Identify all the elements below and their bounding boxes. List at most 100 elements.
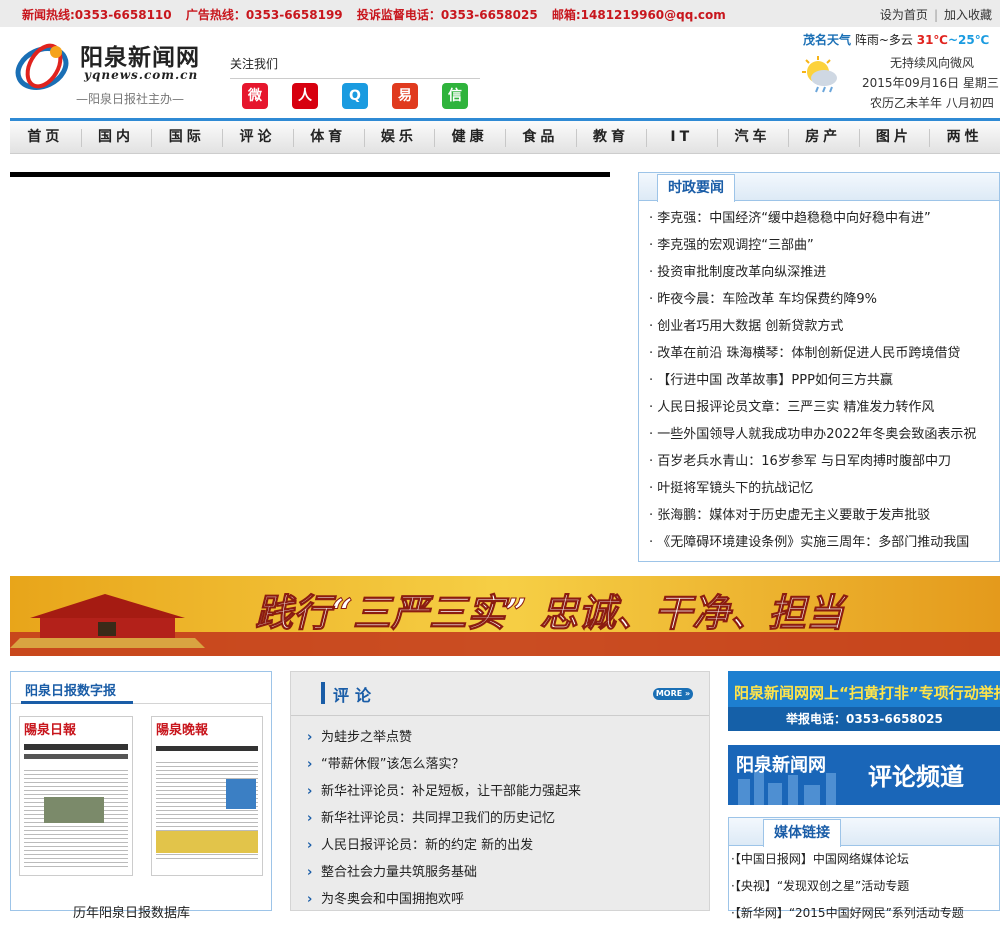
paper-archive-link[interactable]: 历年阳泉日报数据库 [73,902,190,921]
set-home-link[interactable]: 设为首页 [880,8,928,22]
nav-item[interactable]: 图片 [859,121,930,154]
nav-item[interactable]: 教育 [576,121,647,154]
nav-item[interactable]: 汽车 [717,121,788,154]
chevron-right-icon: › [307,811,313,826]
nav-divider [151,129,153,147]
media-links-box: 媒体链接 ·【中国日报网】中国网络媒体论坛 ·【央视】“发现双创之星”活动专题 ·【… [728,817,1000,920]
weibo-icon[interactable]: 微 [242,83,268,109]
news-item[interactable]: · 【行进中国 改革故事】PPP如何三方共赢 [649,367,976,394]
media-header: 媒体链接 [729,818,999,847]
netease-icon[interactable]: 易 [392,83,418,109]
weather-lunar: 农历乙未羊年 八月初四 [870,96,994,110]
news-item[interactable]: · 李克强的宏观调控“三部曲” [649,232,976,259]
comment-link[interactable]: 为冬奥会和中国拥抱欢呼 [321,892,464,907]
more-button[interactable]: MORE » [653,688,693,700]
nav-item[interactable]: 娱乐 [364,121,435,154]
news-item[interactable]: · 创业者巧用大数据 创新贷款方式 [649,313,976,340]
follow-label: 关注我们 [230,57,279,71]
comment-item[interactable]: › 为蛙步之举点赞 [307,724,581,751]
comment-item[interactable]: › 整合社会力量共筑服务基础 [307,859,581,886]
comment-item[interactable]: › “带薪休假”该怎么落实？ [307,751,581,778]
paper-title[interactable]: 阳泉日报数字报 [25,680,116,699]
evening-paper-thumbnail[interactable]: 陽泉晚報 [151,716,263,876]
comment-link[interactable]: 新华社评论员：补足短板，让干部能力强起来 [321,784,581,799]
nav-item[interactable]: 首页 [10,121,81,154]
people-icon[interactable]: 人 [292,83,318,109]
nav-divider [505,129,506,147]
nav-divider [434,129,436,147]
paper-columns [24,767,128,867]
news-item[interactable]: · 《无障碍环境建设条例》实施三周年：多部门推动我国 [649,529,976,556]
news-item[interactable]: · 李克强：中国经济“缓中趋稳稳中向好稳中有进” [649,205,976,232]
promo-banner[interactable]: 践行“三严三实” 忠诚、干净、担当 [10,576,1000,656]
news-item[interactable]: · 百岁老兵水青山：16岁参军 与日军肉搏时腹部中刀 [649,448,976,475]
paper-ad-block [156,831,258,853]
divider: | [933,8,938,22]
logo-domain: yqnews.com.cn [84,68,199,82]
nav-divider [717,129,719,147]
news-item[interactable]: · 叶挺将军镜头下的抗战记忆 [649,475,976,502]
news-item[interactable]: · 人民日报评论员文章：三严三实 精准发力转作风 [649,394,976,421]
nav-divider [222,129,224,147]
politics-title[interactable]: 时政要闻 [657,174,735,202]
comment-link[interactable]: “带薪休假”该怎么落实？ [321,757,464,772]
comment-box: 评论 MORE » › 为蛙步之举点赞 › “带薪休假”该怎么落实？ › 新华社评论员：补… [290,671,710,911]
comment-link[interactable]: 新华社评论员：共同捍卫我们的历史记忆 [321,811,555,826]
politics-news-list: · 李克强：中国经济“缓中趋稳稳中向好稳中有进” · 李克强的宏观调控“三部曲” ·… [649,205,976,556]
nav-divider [858,129,860,147]
nav-item[interactable]: 国内 [81,121,152,154]
paper-photo [44,797,104,823]
nav-item[interactable]: 体育 [293,121,364,154]
banner-slogan: 践行“三严三实” 忠诚、干净、担当 [255,590,848,635]
weather-city[interactable]: 茂名天气 [803,33,851,47]
media-link[interactable]: ·【新华网】“2015中国好网民”系列活动专题 [731,900,964,927]
digital-paper-box: 阳泉日报数字报 陽泉日報 陽泉晚報 历年阳泉日报数据库 [10,671,272,921]
comment-title[interactable]: 评论 [333,682,377,706]
nav-item[interactable]: 房产 [788,121,859,154]
complaint-hotline: 投诉监督电话：0353-6658025 [356,8,538,22]
comment-list: › 为蛙步之举点赞 › “带薪休假”该怎么落实？ › 新华社评论员：补足短板，让干部能力强… [307,724,581,913]
weather-wind: 无持续风向微风 [890,56,975,70]
report-center-ad[interactable]: 阳泉新闻网网上“扫黄打非”专项行动举报中心 举报电话：0353-6658025 [728,671,1000,731]
nav-item[interactable]: 健康 [434,121,505,154]
paper-thumbnail[interactable]: 陽泉日報 [19,716,133,876]
logo-title: 阳泉新闻网 [80,44,200,71]
paper1-masthead: 陽泉日報 [24,723,77,738]
nav-item[interactable]: 国际 [151,121,222,154]
divider [230,78,480,79]
nav-item[interactable]: 食品 [505,121,576,154]
comment-link[interactable]: 为蛙步之举点赞 [321,730,412,745]
paper2-masthead: 陽泉晚報 [156,723,209,738]
tencent-weibo-icon[interactable]: Q [342,83,368,109]
comment-channel-ad[interactable]: 阳泉新闻网 评论频道 [728,745,1000,805]
comment-link[interactable]: 人民日报评论员：新的约定 新的出发 [321,838,533,853]
paper-headline-block [24,754,128,759]
wechat-icon[interactable]: 信 [442,83,468,109]
nav-divider [363,129,365,147]
news-item[interactable]: · 昨夜今晨：车险改革 车均保费约降9% [649,286,976,313]
paper-headline-block [24,744,128,750]
paper-headline-block [156,746,258,751]
nav-item[interactable]: IT [646,121,717,154]
nav-item[interactable]: 两性 [929,121,1000,154]
media-link[interactable]: ·【央视】“发现双创之星”活动专题 [731,873,964,900]
media-title[interactable]: 媒体链接 [763,819,841,847]
nav-divider [787,129,789,147]
comment-item[interactable]: › 人民日报评论员：新的约定 新的出发 [307,832,581,859]
news-item[interactable]: · 投资审批制度改革向纵深推进 [649,259,976,286]
top-links: 设为首页 | 加入收藏 [880,6,992,23]
comment-item[interactable]: › 新华社评论员：共同捍卫我们的历史记忆 [307,805,581,832]
nav-item[interactable]: 评论 [222,121,293,154]
media-link[interactable]: ·【中国日报网】中国网络媒体论坛 [731,846,964,873]
news-item[interactable]: · 张海鹏：媒体对于历史虚无主义要敢于发声批驳 [649,502,976,529]
news-item[interactable]: · 改革在前沿 珠海横琴：体制创新促进人民币跨境借贷 [649,340,976,367]
ad1-line1: 阳泉新闻网网上“扫黄打非”专项行动举报中心 [734,684,1000,702]
site-logo[interactable]: 阳泉新闻网 yqnews.com.cn —阳泉日报社主办— [14,36,214,110]
paper-header: 阳泉日报数字报 [11,672,271,704]
comment-header: 评论 MORE » [291,672,709,716]
comment-item[interactable]: › 新华社评论员：补足短板，让干部能力强起来 [307,778,581,805]
add-favorite-link[interactable]: 加入收藏 [944,8,992,22]
weather-widget: 茂名天气 阵雨~多云 31℃~25℃ 无持续风向微风 2015年09月16日 星… [796,30,1000,112]
news-item[interactable]: · 一些外国领导人就我成功申办2022年冬奥会致函表示祝 [649,421,976,448]
comment-link[interactable]: 整合社会力量共筑服务基础 [321,865,477,880]
